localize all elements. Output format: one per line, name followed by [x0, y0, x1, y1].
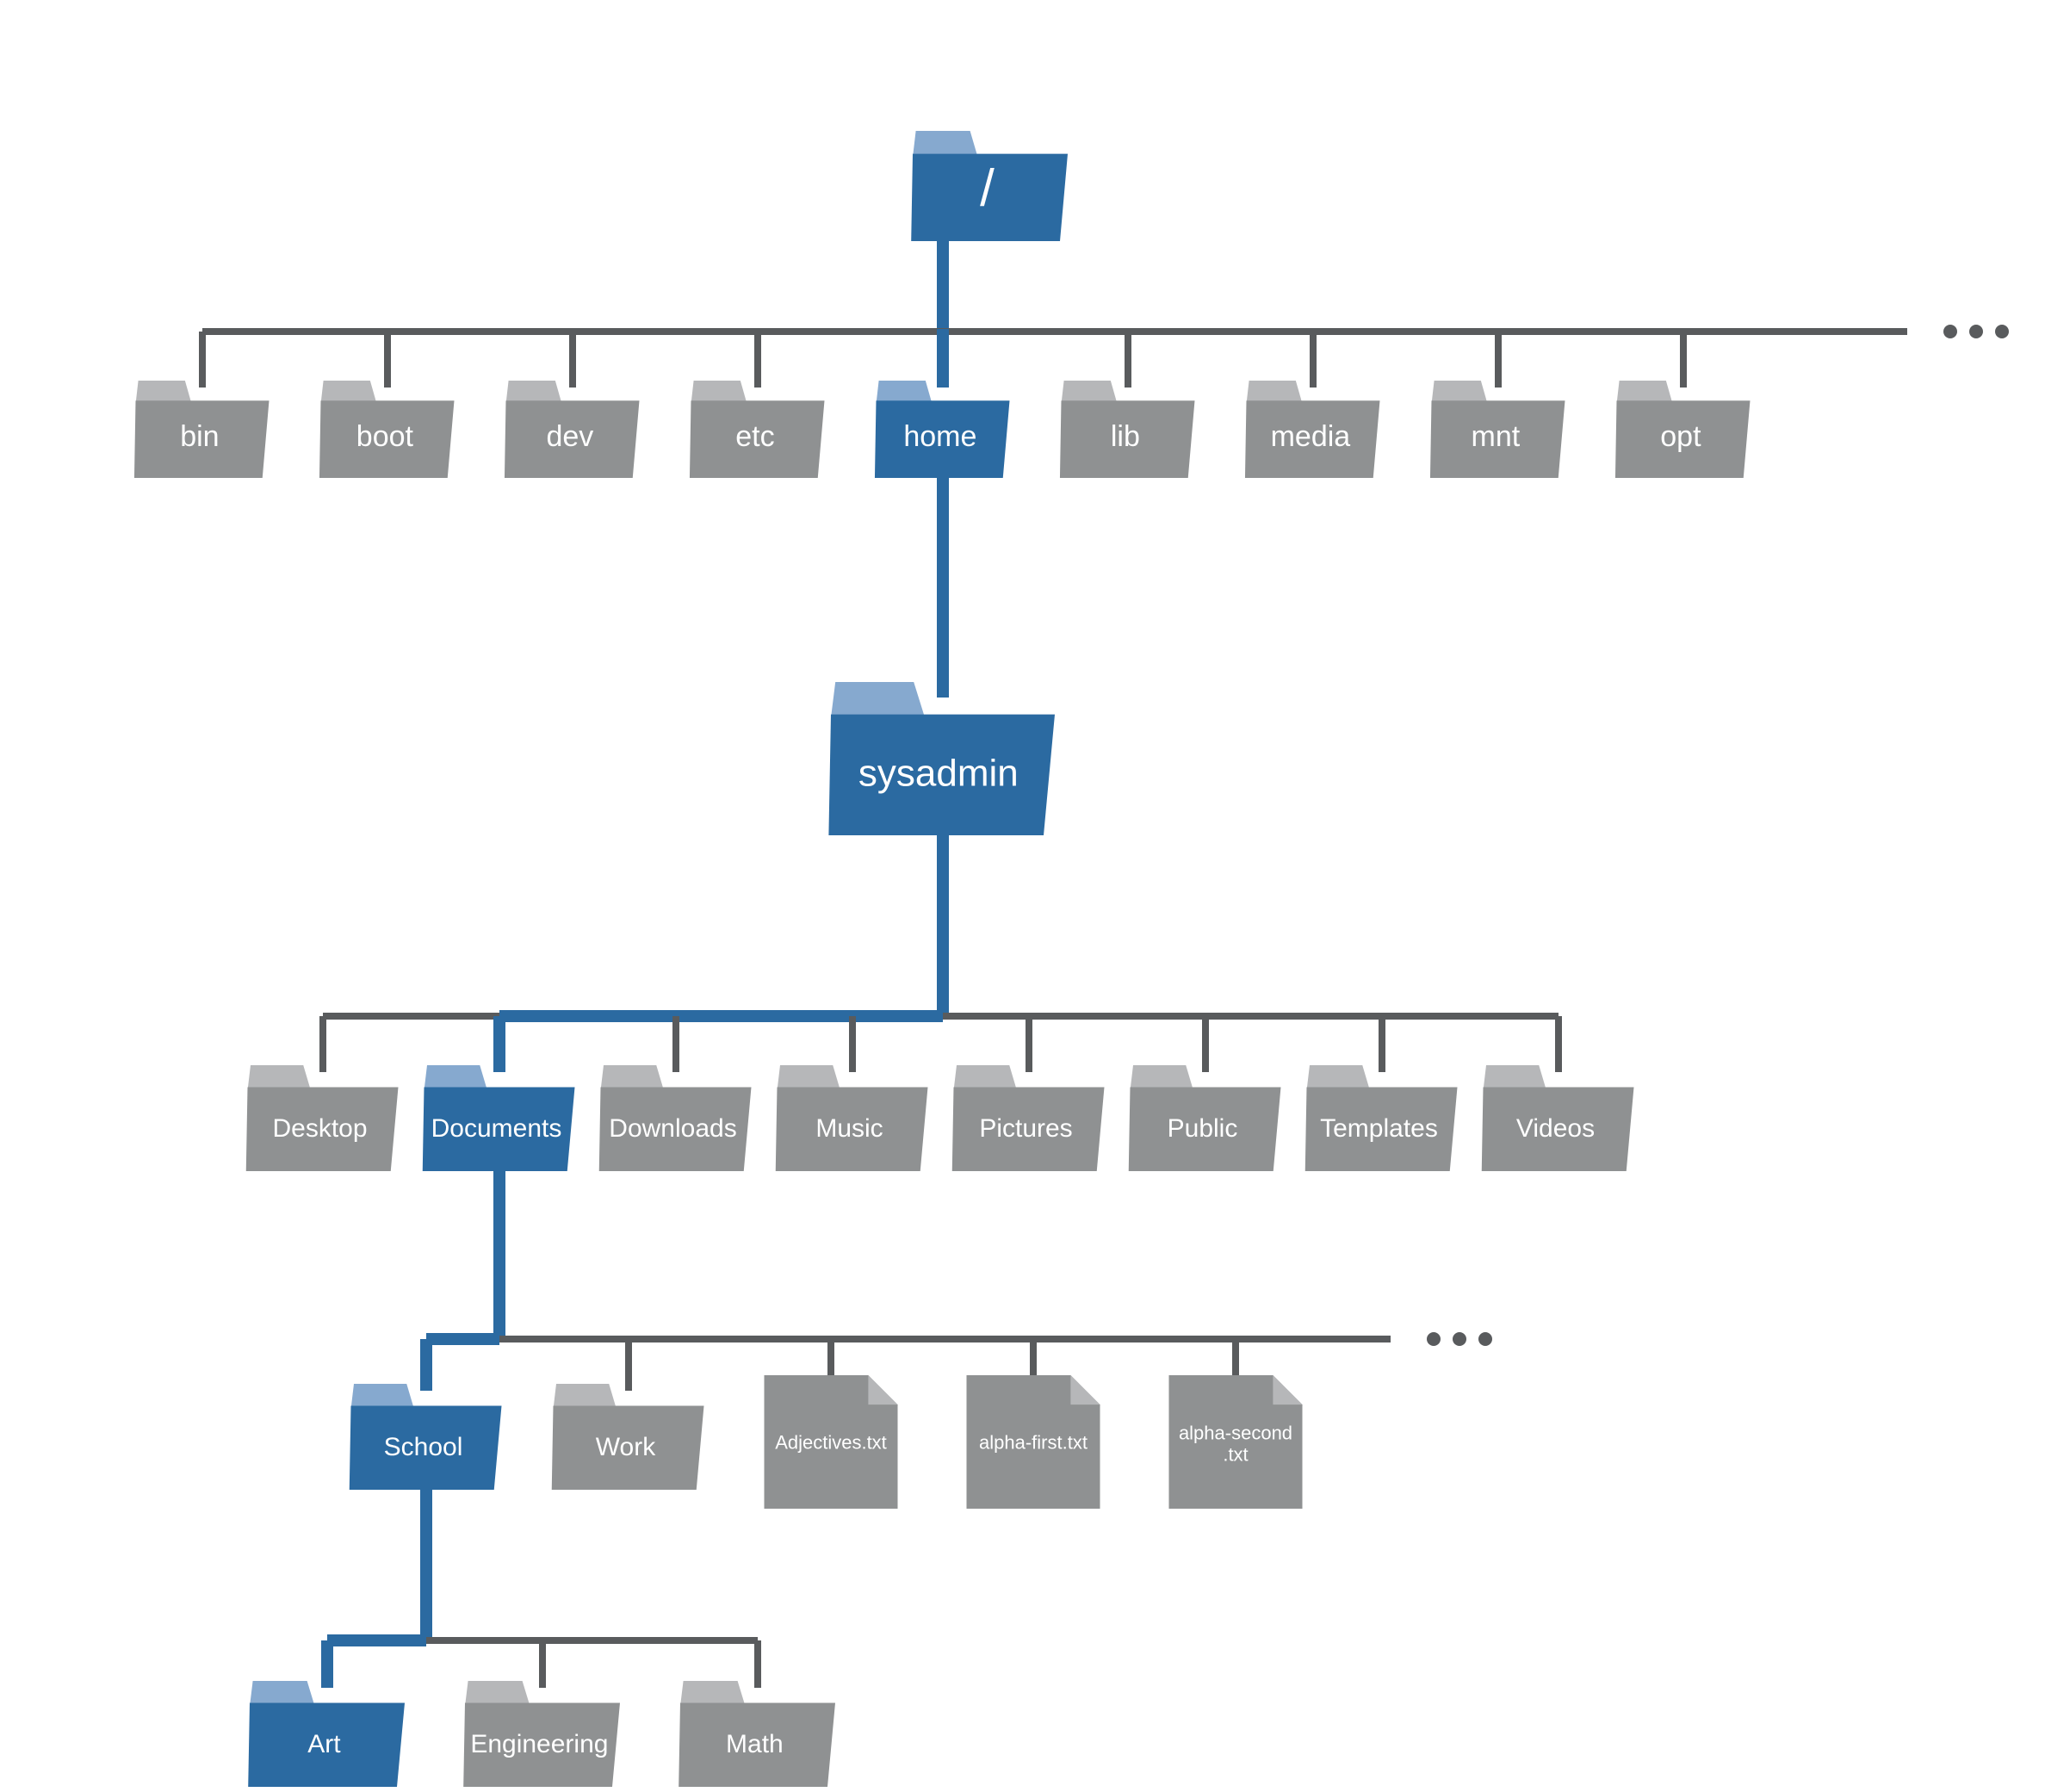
filesystem-tree-diagram: / bin boot dev etc home lib media mnt opt sysadmin…: [0, 0, 2045, 1792]
folder-math-label: Math: [726, 1730, 784, 1758]
folder-art-label: Art: [307, 1730, 341, 1758]
folder-public-label: Public: [1168, 1114, 1238, 1143]
ellipsis-icon: [1427, 1332, 1441, 1346]
folder-music-label: Music: [815, 1114, 883, 1143]
folder-pictures-label: Pictures: [979, 1114, 1072, 1143]
folder-engineering: Engineering: [463, 1681, 620, 1787]
folder-sysadmin-label: sysadmin: [858, 752, 1019, 794]
folder-documents-label: Documents: [431, 1114, 562, 1143]
folder-bin-label: bin: [180, 420, 219, 453]
folder-documents: Documents: [423, 1065, 575, 1171]
folder-mnt-label: mnt: [1472, 420, 1521, 453]
file-alpha-first-label: alpha-first.txt: [979, 1431, 1088, 1453]
folder-opt-label: opt: [1660, 420, 1701, 453]
folder-templates-label: Templates: [1320, 1114, 1438, 1143]
folder-lib-label: lib: [1111, 420, 1140, 453]
folder-home-label: home: [903, 420, 976, 453]
file-alpha-second-label: alpha-second: [1179, 1422, 1292, 1443]
ellipsis-icon: [1969, 325, 1983, 338]
folder-work-label: Work: [596, 1433, 656, 1461]
folder-desktop: Desktop: [246, 1065, 399, 1171]
folder-home: home: [875, 381, 1010, 478]
folder-math: Math: [679, 1681, 835, 1787]
folder-etc-label: etc: [735, 420, 774, 453]
folder-engineering-label: Engineering: [470, 1730, 608, 1758]
ellipsis-icon: [1478, 1332, 1492, 1346]
folder-bin: bin: [134, 381, 270, 478]
folder-boot: boot: [319, 381, 455, 478]
file-alpha-second: alpha-second.txt: [1169, 1375, 1303, 1509]
folder-templates: Templates: [1305, 1065, 1458, 1171]
folder-school: School: [350, 1384, 502, 1490]
folder-videos-label: Videos: [1516, 1114, 1595, 1143]
file-alpha-first: alpha-first.txt: [967, 1375, 1100, 1509]
folder-school-label: School: [384, 1433, 463, 1461]
folder-dev: dev: [505, 381, 640, 478]
folder-etc: etc: [690, 381, 825, 478]
folder-videos: Videos: [1482, 1065, 1634, 1171]
folder-public: Public: [1129, 1065, 1281, 1171]
folder-mnt: mnt: [1430, 381, 1565, 478]
folder-work: Work: [552, 1384, 704, 1490]
folder-downloads: Downloads: [599, 1065, 752, 1171]
folder-art: Art: [248, 1681, 405, 1787]
file-adjectives-label: Adjectives.txt: [775, 1431, 887, 1453]
folder-lib: lib: [1060, 381, 1195, 478]
file-adjectives: Adjectives.txt: [765, 1375, 898, 1509]
folder-media: media: [1245, 381, 1380, 478]
folder-desktop-label: Desktop: [272, 1114, 367, 1143]
folder-media-label: media: [1271, 420, 1351, 453]
folder-root: /: [911, 131, 1068, 241]
folder-root-label: /: [980, 158, 995, 216]
ellipsis-icon: [1453, 1332, 1466, 1346]
ellipsis-icon: [1995, 325, 2009, 338]
folder-downloads-label: Downloads: [609, 1114, 736, 1143]
folder-boot-label: boot: [356, 420, 414, 453]
folder-sysadmin: sysadmin: [828, 682, 1055, 835]
folder-opt: opt: [1615, 381, 1751, 478]
ellipsis-icon: [1943, 325, 1957, 338]
file-alpha-second-label: .txt: [1223, 1444, 1248, 1466]
folder-music: Music: [776, 1065, 928, 1171]
folder-pictures: Pictures: [952, 1065, 1105, 1171]
folder-dev-label: dev: [546, 420, 593, 453]
